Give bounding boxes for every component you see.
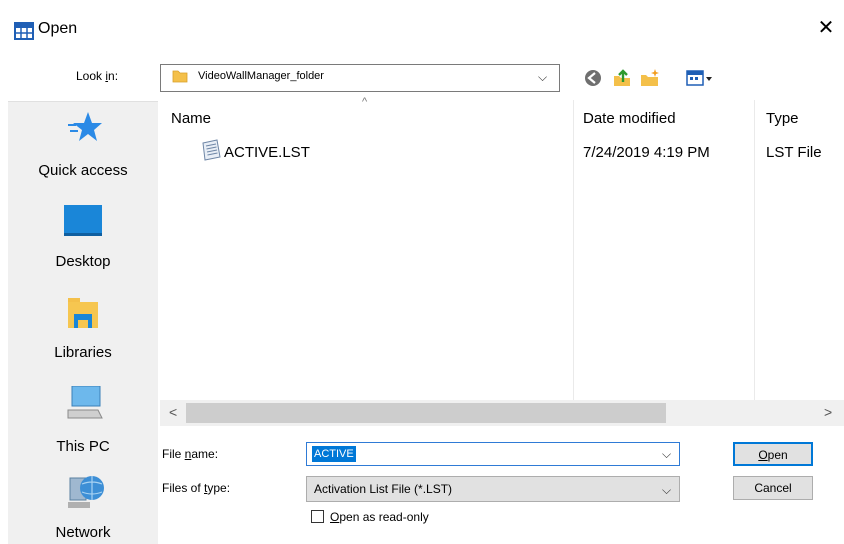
open-read-only-label[interactable]: Open as read-only xyxy=(330,510,429,524)
place-label-libraries: Libraries xyxy=(54,344,112,361)
file-type-label: Files of type: xyxy=(162,481,231,495)
file-name-cell: ACTIVE.LST xyxy=(224,144,310,161)
place-label-quick-access: Quick access xyxy=(38,162,128,179)
sort-ascending-icon: ^ xyxy=(362,96,368,108)
scroll-right-icon[interactable]: > xyxy=(824,404,832,420)
close-icon[interactable]: ✕ xyxy=(816,16,836,40)
scrollbar-thumb[interactable] xyxy=(186,403,666,423)
place-libraries[interactable]: Libraries xyxy=(8,296,158,366)
cancel-button[interactable]: Cancel xyxy=(733,476,813,500)
text-file-icon xyxy=(202,139,221,161)
place-desktop[interactable]: Desktop xyxy=(8,205,158,275)
place-network[interactable]: Network xyxy=(8,472,158,544)
libraries-icon xyxy=(68,298,98,328)
column-header-date[interactable]: Date modified xyxy=(583,110,676,127)
place-label-this-pc: This PC xyxy=(56,438,110,455)
file-date-cell: 7/24/2019 4:19 PM xyxy=(583,144,710,161)
app-table-icon xyxy=(14,22,34,40)
column-header-type[interactable]: Type xyxy=(766,110,799,127)
place-label-network: Network xyxy=(55,524,111,541)
place-this-pc[interactable]: This PC xyxy=(8,386,158,456)
place-quick-access[interactable]: Quick access xyxy=(8,110,158,190)
this-pc-icon xyxy=(67,386,103,419)
file-type-chevron-down-icon[interactable]: ⌵ xyxy=(662,483,671,498)
open-read-only-checkbox[interactable] xyxy=(311,510,324,523)
back-icon[interactable] xyxy=(583,68,603,88)
view-menu-icon[interactable] xyxy=(686,68,714,88)
scroll-left-icon[interactable]: < xyxy=(169,404,177,420)
quick-access-star-icon xyxy=(68,112,102,141)
title-bar xyxy=(0,0,844,56)
file-name-value: ACTIVE xyxy=(312,446,356,462)
file-type-value: Activation List File (*.LST) xyxy=(314,482,453,496)
new-folder-icon[interactable] xyxy=(640,68,660,88)
network-icon xyxy=(68,476,104,508)
file-name-chevron-down-icon[interactable]: ⌵ xyxy=(662,447,671,462)
window-title: Open xyxy=(38,20,78,37)
folder-icon xyxy=(172,70,188,83)
file-type-cell: LST File xyxy=(766,144,822,161)
column-header-name[interactable]: Name xyxy=(171,110,211,127)
look-in-value: VideoWallManager_folder xyxy=(198,70,324,82)
up-folder-icon[interactable] xyxy=(612,68,632,88)
place-label-desktop: Desktop xyxy=(55,253,111,270)
file-name-input[interactable] xyxy=(306,442,680,466)
open-button[interactable]: Open xyxy=(733,442,813,466)
file-name-label: File name: xyxy=(162,447,219,461)
look-in-label: Look in: xyxy=(76,69,119,83)
look-in-chevron-down-icon[interactable]: ⌵ xyxy=(538,70,547,85)
desktop-icon xyxy=(64,205,102,236)
